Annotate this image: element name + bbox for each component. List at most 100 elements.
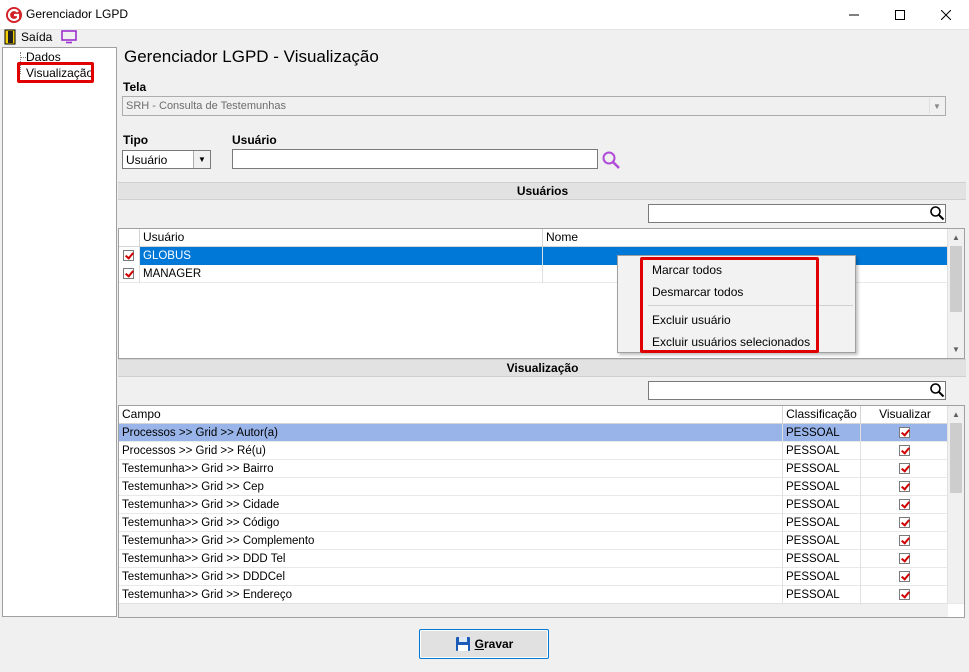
monitor-icon[interactable] (61, 30, 77, 44)
context-menu-highlight (640, 257, 819, 353)
classificacao-cell: PESSOAL (783, 550, 861, 568)
visualizar-cell[interactable] (861, 568, 949, 586)
classificacao-cell: PESSOAL (783, 424, 861, 442)
table-row[interactable]: Testemunha>> Grid >> Bairro PESSOAL (119, 460, 964, 478)
header-checkbox-column (119, 229, 140, 247)
checkbox[interactable] (123, 250, 134, 261)
visualizar-cell[interactable] (861, 496, 949, 514)
horizontal-scrollbar[interactable] (119, 603, 948, 617)
chevron-down-icon: ▼ (952, 345, 960, 354)
window-title: Gerenciador LGPD (26, 7, 129, 21)
visualizacao-rows: Processos >> Grid >> Autor(a) PESSOAL Proc… (119, 424, 964, 604)
visualizar-cell[interactable] (861, 550, 949, 568)
save-accel-key: G (474, 637, 484, 651)
table-row[interactable]: Testemunha>> Grid >> DDDCel PESSOAL (119, 568, 964, 586)
visualizar-cell[interactable] (861, 532, 949, 550)
classificacao-cell: PESSOAL (783, 532, 861, 550)
maximize-button[interactable] (877, 0, 923, 30)
checkbox[interactable] (899, 499, 910, 510)
visualizar-cell[interactable] (861, 478, 949, 496)
app-logo-icon (6, 7, 22, 23)
scroll-thumb[interactable] (950, 423, 962, 493)
save-label-rest: ravar (483, 637, 514, 651)
classificacao-cell: PESSOAL (783, 478, 861, 496)
navigation-tree (2, 47, 117, 617)
campo-cell: Processos >> Grid >> Autor(a) (119, 424, 783, 442)
table-row[interactable]: Testemunha>> Grid >> Cidade PESSOAL (119, 496, 964, 514)
menu-bar (0, 30, 969, 46)
checkbox[interactable] (899, 427, 910, 438)
chevron-up-icon: ▲ (952, 410, 960, 419)
table-row[interactable]: Processos >> Grid >> Autor(a) PESSOAL (119, 424, 964, 442)
column-header-usuario[interactable]: Usuário (140, 229, 543, 247)
scroll-up-button[interactable]: ▲ (948, 229, 964, 246)
visualizar-cell[interactable] (861, 514, 949, 532)
close-button[interactable] (923, 0, 969, 30)
campo-cell: Testemunha>> Grid >> Bairro (119, 460, 783, 478)
column-header-classificacao[interactable]: Classificação (783, 406, 861, 424)
classificacao-cell: PESSOAL (783, 460, 861, 478)
campo-cell: Testemunha>> Grid >> Código (119, 514, 783, 532)
checkbox[interactable] (899, 481, 910, 492)
save-button[interactable]: Gravar (419, 629, 549, 659)
usuarios-search-input[interactable] (648, 204, 946, 223)
tipo-value: Usuário (126, 153, 168, 167)
scroll-up-button[interactable]: ▲ (948, 406, 964, 423)
visualizar-cell[interactable] (861, 586, 949, 604)
usuario-input[interactable] (232, 149, 598, 169)
checkbox[interactable] (123, 268, 134, 279)
checkbox[interactable] (899, 463, 910, 474)
classificacao-cell: PESSOAL (783, 514, 861, 532)
visualizacao-search-input[interactable] (648, 381, 946, 400)
search-icon[interactable] (601, 150, 621, 170)
checkbox[interactable] (899, 535, 910, 546)
save-button-label: Gravar (475, 637, 514, 651)
checkbox[interactable] (899, 517, 910, 528)
visualizar-cell[interactable] (861, 460, 949, 478)
row-checkbox-cell[interactable] (119, 247, 140, 265)
tela-label: Tela (123, 80, 147, 94)
visualizacao-scrollbar[interactable]: ▲ (947, 406, 964, 603)
table-row[interactable]: Processos >> Grid >> Ré(u) PESSOAL (119, 442, 964, 460)
table-row[interactable]: Testemunha>> Grid >> Endereço PESSOAL (119, 586, 964, 604)
usuarios-section-header: Usuários (118, 182, 967, 200)
classificacao-cell: PESSOAL (783, 586, 861, 604)
page-title: Gerenciador LGPD - Visualização (124, 47, 379, 66)
checkbox[interactable] (899, 589, 910, 600)
title-bar (0, 0, 969, 30)
checkbox[interactable] (899, 571, 910, 582)
chevron-down-icon: ▼ (933, 101, 941, 111)
usuarios-scrollbar[interactable]: ▲ ▼ (947, 229, 964, 358)
classificacao-cell: PESSOAL (783, 496, 861, 514)
classificacao-cell: PESSOAL (783, 442, 861, 460)
column-header-nome[interactable]: Nome (543, 229, 949, 247)
table-row[interactable]: Testemunha>> Grid >> DDD Tel PESSOAL (119, 550, 964, 568)
campo-cell: Processos >> Grid >> Ré(u) (119, 442, 783, 460)
visualizacao-section-header: Visualização (118, 359, 967, 377)
search-icon[interactable] (929, 205, 945, 221)
visualizacao-grid: Campo Classificação Visualizar Processos… (118, 405, 965, 618)
minimize-icon (849, 14, 859, 16)
table-row[interactable]: Testemunha>> Grid >> Código PESSOAL (119, 514, 964, 532)
exit-door-icon[interactable] (4, 29, 16, 45)
visualizar-cell[interactable] (861, 442, 949, 460)
checkbox[interactable] (899, 445, 910, 456)
minimize-button[interactable] (831, 0, 877, 30)
exit-menu-item[interactable]: Saída (21, 30, 52, 44)
checkbox[interactable] (899, 553, 910, 564)
visualizar-cell[interactable] (861, 424, 949, 442)
search-icon[interactable] (929, 382, 945, 398)
table-row[interactable]: Testemunha>> Grid >> Cep PESSOAL (119, 478, 964, 496)
row-checkbox-cell[interactable] (119, 265, 140, 283)
chevron-down-icon: ▼ (198, 155, 206, 164)
table-row[interactable]: Testemunha>> Grid >> Complemento PESSOAL (119, 532, 964, 550)
column-header-campo[interactable]: Campo (119, 406, 783, 424)
tipo-dropdown-arrow[interactable]: ▼ (193, 151, 210, 168)
classificacao-cell: PESSOAL (783, 568, 861, 586)
close-icon (941, 10, 951, 20)
tela-dropdown-arrow[interactable]: ▼ (929, 98, 944, 114)
column-header-visualizar[interactable]: Visualizar (861, 406, 949, 424)
scroll-thumb[interactable] (950, 246, 962, 312)
scroll-down-button[interactable]: ▼ (948, 341, 964, 358)
usuario-cell: MANAGER (140, 265, 543, 283)
